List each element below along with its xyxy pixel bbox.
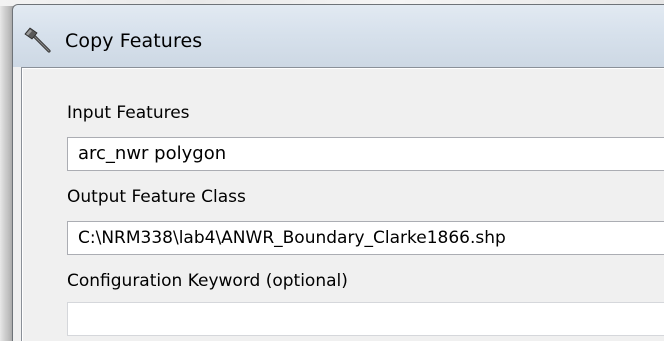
output-feature-class-label: Output Feature Class	[67, 187, 246, 207]
input-features-label: Input Features	[67, 103, 190, 123]
configuration-keyword-field[interactable]	[67, 302, 664, 336]
configuration-keyword-label: Configuration Keyword (optional)	[67, 271, 348, 291]
input-features-field[interactable]: arc_nwr polygon	[67, 137, 664, 171]
hammer-icon	[24, 27, 51, 53]
window-title: Copy Features	[65, 30, 203, 52]
output-feature-class-field[interactable]: C:\NRM338\lab4\ANWR_Boundary_Clarke1866.…	[67, 221, 664, 255]
title-bar[interactable]: Copy Features	[13, 5, 664, 67]
screen: Copy Features Input Features arc_nwr pol…	[0, 0, 664, 341]
dialog-body: Input Features arc_nwr polygon Output Fe…	[21, 67, 664, 341]
dialog-body-inner: Input Features arc_nwr polygon Output Fe…	[22, 68, 664, 341]
copy-features-dialog: Copy Features Input Features arc_nwr pol…	[12, 4, 664, 341]
